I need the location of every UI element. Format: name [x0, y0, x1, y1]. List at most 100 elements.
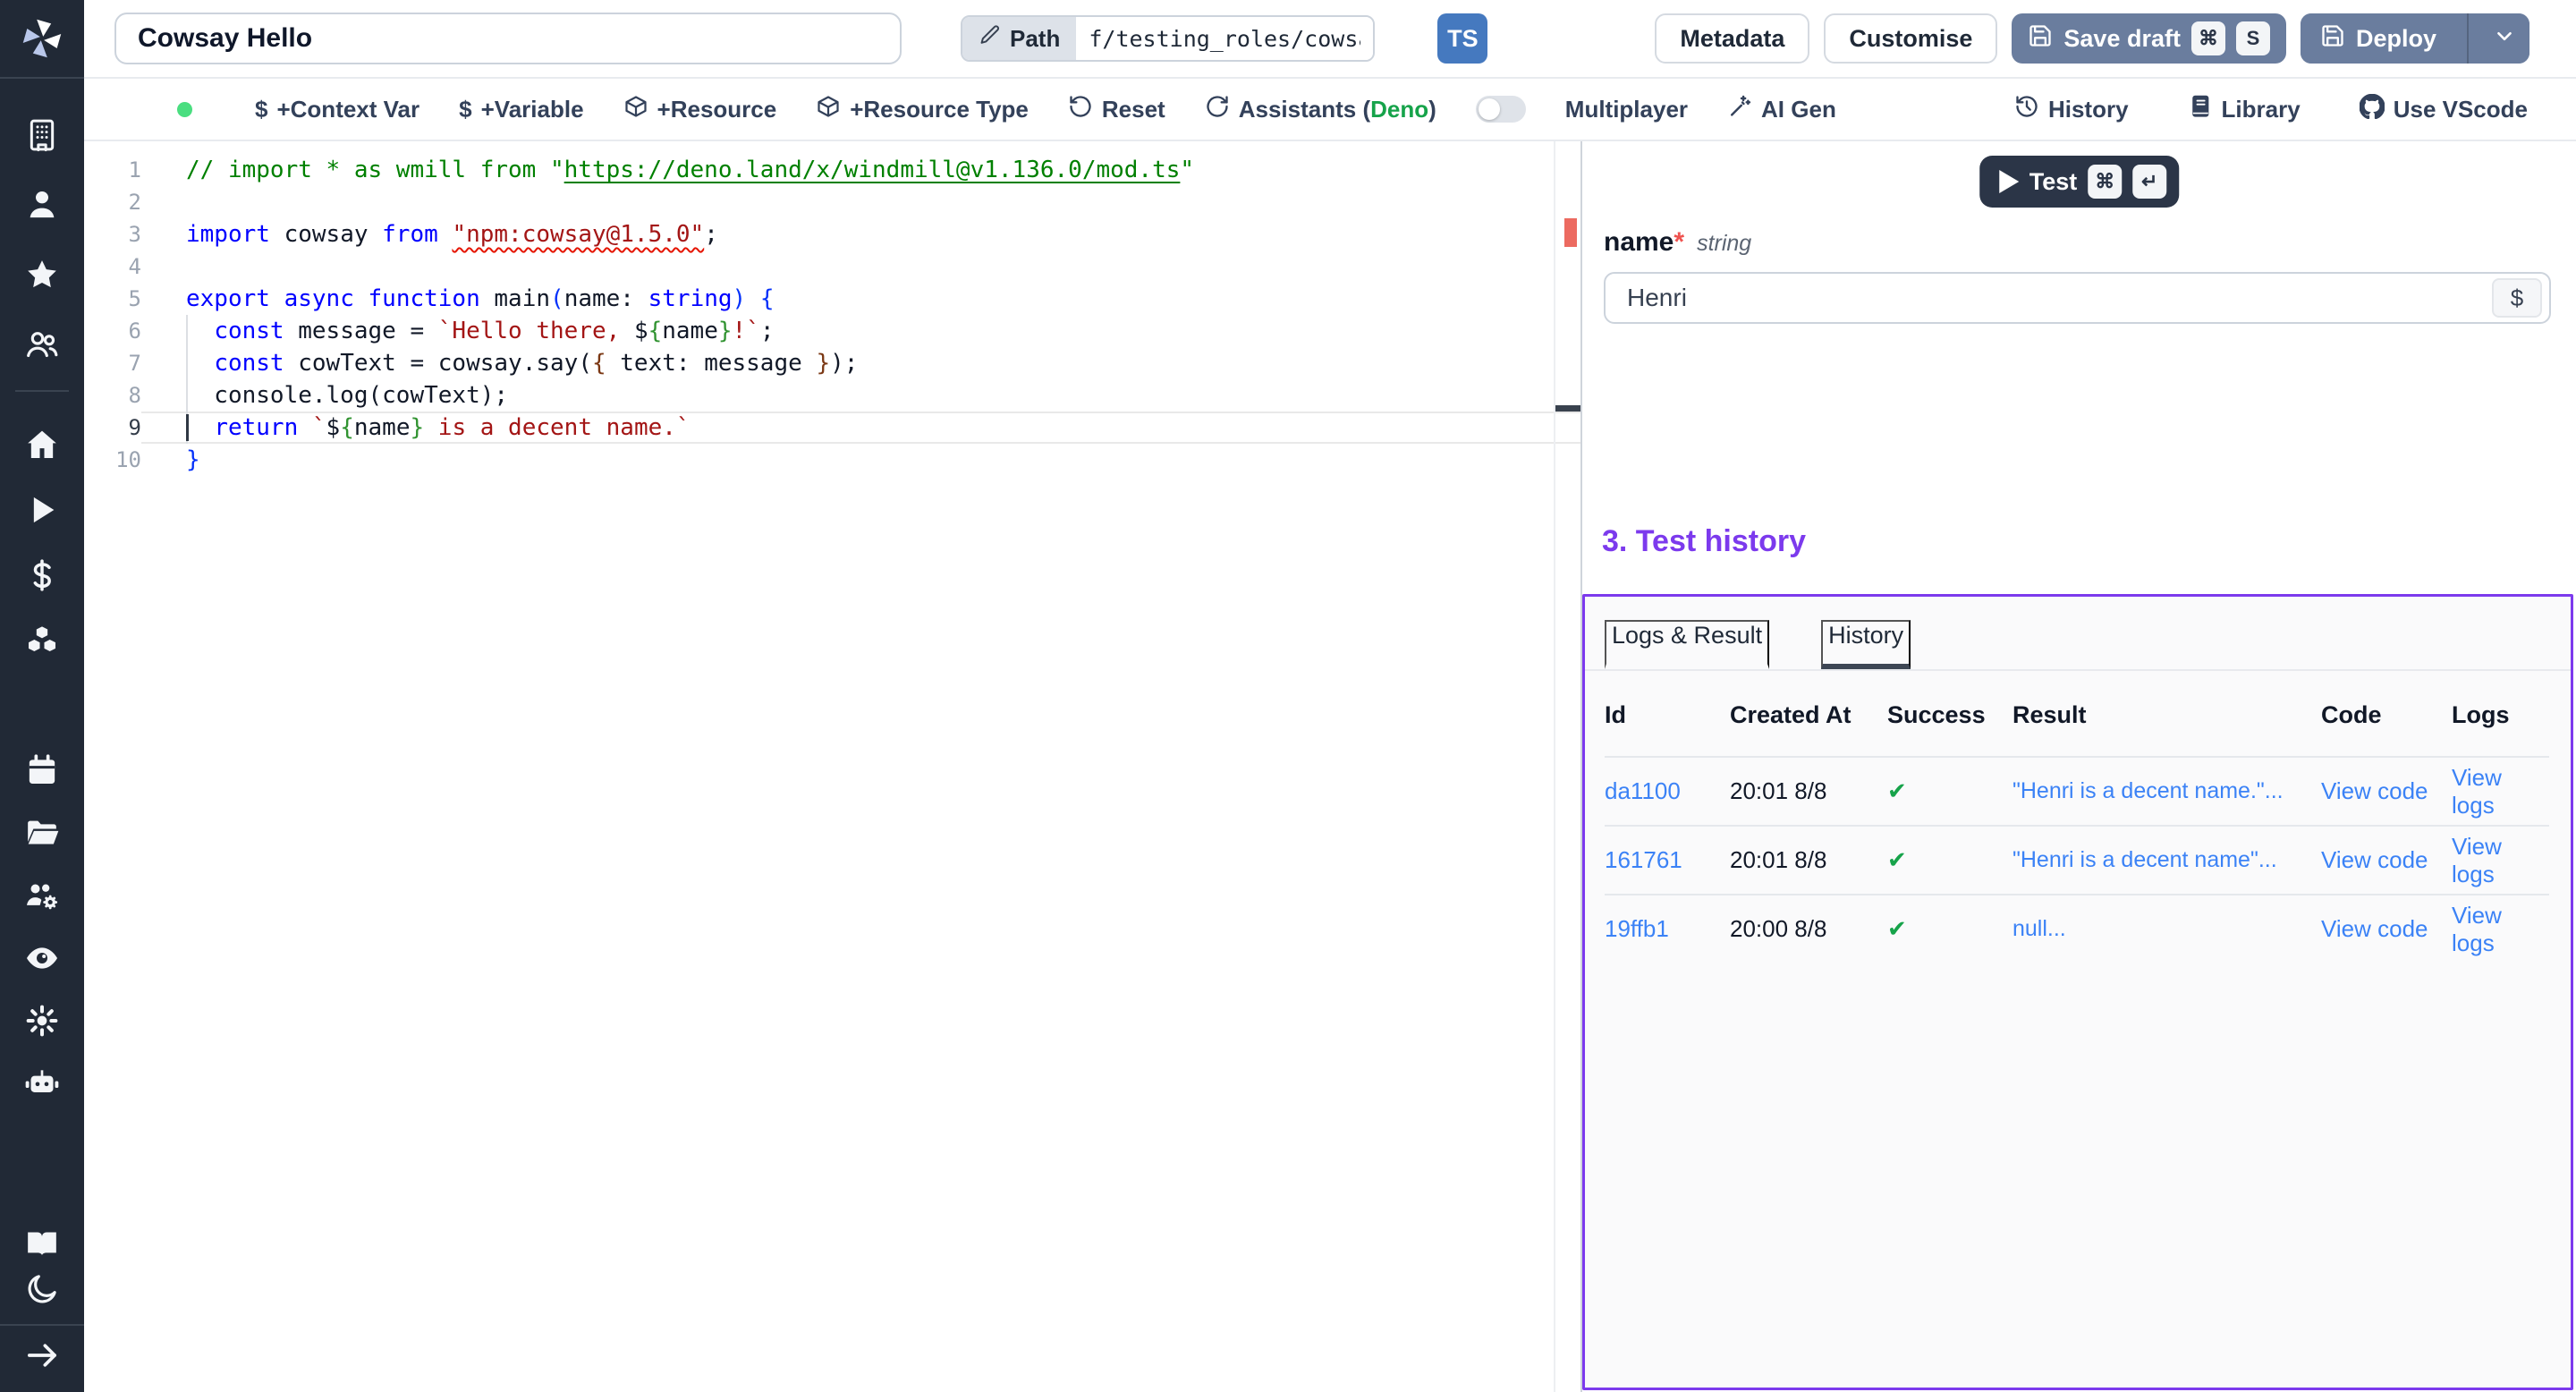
code-line-6[interactable]: 6 const message = `Hello there, ${name}!… — [84, 315, 1580, 347]
run-id-link[interactable]: 161761 — [1605, 846, 1730, 874]
ai-gen-button[interactable]: AI Gen — [1727, 94, 1836, 125]
sidebar-item-user[interactable] — [23, 188, 61, 225]
topbar-actions: Metadata Customise Save draft ⌘ S Deploy — [1655, 13, 2529, 64]
code-line-5[interactable]: 5export async function main(name: string… — [84, 283, 1580, 315]
library-button[interactable]: Library — [2188, 94, 2301, 125]
script-title-input[interactable] — [114, 13, 902, 64]
sidebar-item-users[interactable] — [23, 327, 61, 365]
sidebar-item-arrow-right[interactable] — [23, 1338, 61, 1376]
view-code-link[interactable]: View code — [2321, 915, 2452, 943]
deploy-button[interactable]: Deploy — [2301, 13, 2456, 64]
code-line-8[interactable]: 8 console.log(cowText); — [84, 379, 1580, 412]
windmill-logo[interactable] — [0, 0, 84, 79]
use-vscode-button[interactable]: Use VScode — [2360, 94, 2528, 125]
save-draft-button[interactable]: Save draft ⌘ S — [2012, 13, 2286, 64]
code-line-7[interactable]: 7 const cowText = cowsay.say({ text: mes… — [84, 347, 1580, 379]
play-icon — [24, 492, 60, 532]
result-link[interactable]: "Henri is a decent name"... — [2012, 847, 2321, 873]
add-resource-button[interactable]: +Resource — [623, 94, 777, 125]
add-resource-type-button[interactable]: +Resource Type — [816, 94, 1029, 125]
column-header-success: Success — [1887, 701, 2012, 729]
assistants-button[interactable]: Assistants (Deno) — [1205, 94, 1436, 125]
edit-path-button[interactable]: Path — [962, 17, 1076, 60]
star-icon — [24, 257, 60, 297]
deploy-dropdown-button[interactable] — [2479, 13, 2529, 64]
code-editor[interactable]: 1// import * as wmill from "https://deno… — [84, 141, 1580, 1392]
check-icon: ✔ — [1887, 846, 2012, 874]
sidebar-item-users-gear[interactable] — [23, 878, 61, 916]
result-link[interactable]: null... — [2012, 916, 2321, 942]
sidebar-item-folder[interactable] — [23, 816, 61, 853]
customise-button[interactable]: Customise — [1824, 13, 1997, 64]
line-number: 3 — [84, 218, 141, 250]
line-number: 5 — [84, 283, 141, 315]
dollar-icon: $ — [459, 96, 471, 123]
column-header-code: Code — [2321, 701, 2452, 729]
calendar-icon — [24, 752, 60, 793]
error-marker — [1564, 218, 1577, 247]
code-line-3[interactable]: 3import cowsay from "npm:cowsay@1.5.0"; — [84, 218, 1580, 250]
sidebar-divider-bottom — [0, 1324, 84, 1326]
sidebar-item-calendar[interactable] — [23, 753, 61, 791]
name-argument-input[interactable] — [1609, 284, 2492, 312]
save-icon — [2028, 23, 2053, 55]
view-logs-link[interactable]: View logs — [2452, 902, 2549, 957]
line-content: const cowText = cowsay.say({ text: messa… — [141, 347, 1580, 379]
sidebar-item-home[interactable] — [23, 428, 61, 465]
sidebar-item-moon[interactable] — [23, 1272, 61, 1310]
test-button[interactable]: Test ⌘ ↵ — [1979, 156, 2180, 208]
sidebar-item-building[interactable] — [23, 118, 61, 156]
line-number: 4 — [84, 250, 141, 283]
code-line-1[interactable]: 1// import * as wmill from "https://deno… — [84, 154, 1580, 186]
code-lines: 1// import * as wmill from "https://deno… — [84, 154, 1580, 476]
history-button[interactable]: History — [2014, 94, 2129, 125]
package-icon — [623, 94, 648, 125]
sidebar-group-top — [23, 118, 61, 365]
argument-label: name — [1604, 227, 1674, 258]
history-tabs: Logs & Result History — [1585, 597, 2571, 671]
tab-history[interactable]: History — [1821, 620, 1911, 669]
run-id-link[interactable]: da1100 — [1605, 777, 1730, 805]
pencil-icon — [979, 24, 1001, 53]
dollar-icon: $ — [255, 96, 267, 123]
deploy-button-group: Deploy — [2301, 13, 2529, 64]
sidebar-item-gear[interactable] — [23, 1004, 61, 1041]
sidebar-group-bottom — [23, 1226, 61, 1310]
line-content: // import * as wmill from "https://deno.… — [141, 154, 1580, 186]
code-line-9[interactable]: 9 return `${name} is a decent name.` — [84, 412, 1580, 444]
sidebar-item-star[interactable] — [23, 258, 61, 295]
add-variable-button[interactable]: $+Variable — [459, 96, 583, 123]
result-link[interactable]: "Henri is a decent name."... — [2012, 778, 2321, 804]
run-id-link[interactable]: 19ffb1 — [1605, 915, 1730, 943]
code-line-10[interactable]: 10} — [84, 444, 1580, 476]
sidebar-item-play[interactable] — [23, 493, 61, 530]
insert-variable-button[interactable]: $ — [2492, 278, 2542, 318]
sidebar-item-bot[interactable] — [23, 1066, 61, 1104]
line-content: const message = `Hello there, ${name}!`; — [141, 315, 1580, 347]
code-line-4[interactable]: 4 — [84, 250, 1580, 283]
reset-button[interactable]: Reset — [1068, 94, 1165, 125]
home-icon — [24, 427, 60, 467]
boxes-icon — [24, 623, 60, 663]
code-line-2[interactable]: 2 — [84, 186, 1580, 218]
path-input[interactable] — [1076, 17, 1373, 60]
arrow-right-icon — [24, 1337, 60, 1378]
tab-logs-result[interactable]: Logs & Result — [1605, 620, 1769, 669]
created-at: 20:00 8/8 — [1730, 915, 1887, 943]
multiplayer-toggle[interactable] — [1476, 96, 1526, 123]
editor-overview-ruler[interactable] — [1554, 141, 1580, 1392]
sidebar-item-book-open[interactable] — [23, 1226, 61, 1264]
view-code-link[interactable]: View code — [2321, 846, 2452, 874]
sidebar-item-dollar[interactable] — [23, 558, 61, 596]
book-icon — [2188, 94, 2213, 125]
sidebar-item-boxes[interactable] — [23, 624, 61, 661]
add-context-var-button[interactable]: $+Context Var — [255, 96, 419, 123]
sidebar-item-eye[interactable] — [23, 941, 61, 979]
view-logs-link[interactable]: View logs — [2452, 833, 2549, 888]
line-number: 7 — [84, 347, 141, 379]
line-content: import cowsay from "npm:cowsay@1.5.0"; — [141, 218, 1580, 250]
metadata-button[interactable]: Metadata — [1655, 13, 1809, 64]
view-logs-link[interactable]: View logs — [2452, 764, 2549, 819]
view-code-link[interactable]: View code — [2321, 777, 2452, 805]
test-history-panel: Logs & ResultHistory IdCreated AtSuccess… — [1582, 594, 2573, 1390]
